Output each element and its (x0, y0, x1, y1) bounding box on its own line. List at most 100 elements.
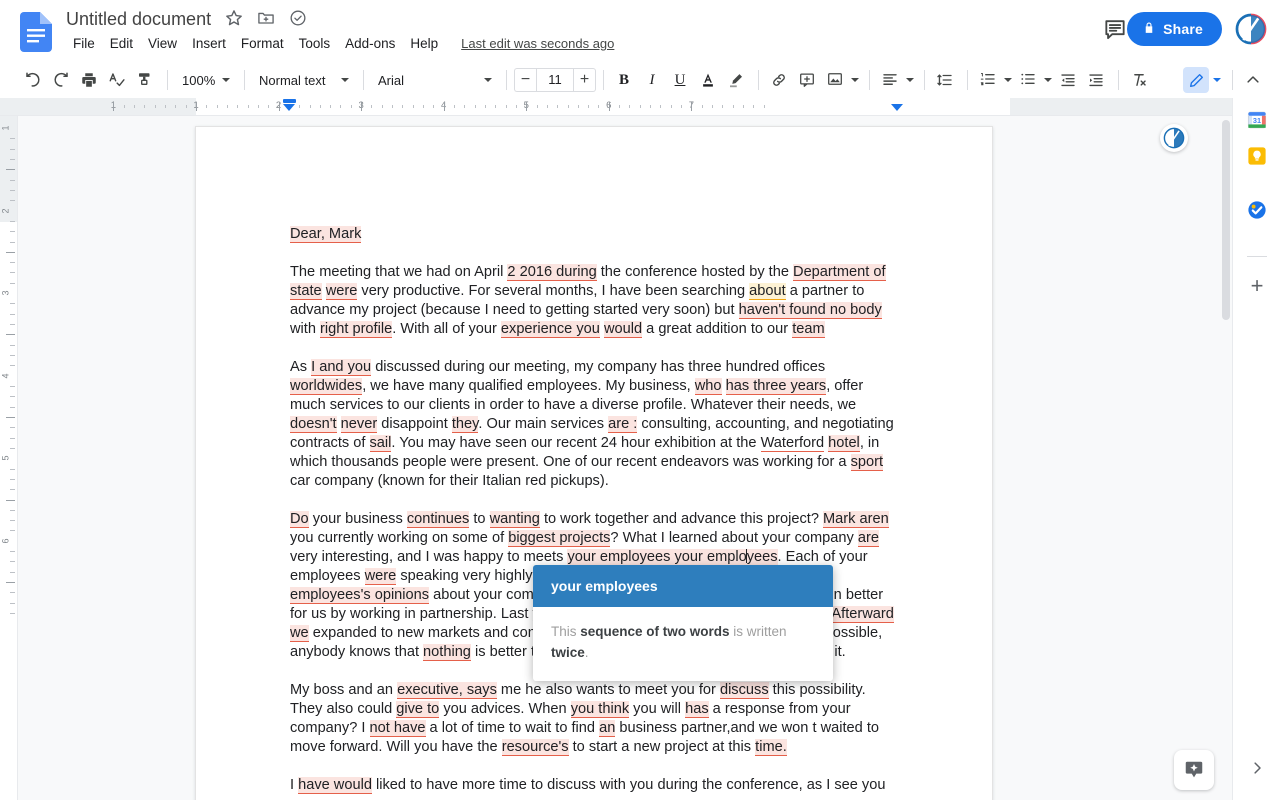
grammar-error-span[interactable]: wanting (490, 511, 540, 528)
decrease-font-size-button[interactable]: − (514, 68, 536, 92)
spelling-error-span[interactable]: Waterford (761, 435, 825, 452)
page-title[interactable]: Untitled document (64, 8, 213, 31)
grammar-error-span[interactable]: yees (747, 549, 778, 566)
google-tasks-icon[interactable] (1245, 198, 1269, 222)
print-icon[interactable] (76, 67, 102, 93)
grammar-error-span[interactable]: your employees your emplo (567, 549, 746, 566)
grammar-error-span[interactable]: give to (396, 701, 439, 718)
grammar-error-span[interactable]: an (599, 720, 615, 737)
share-button[interactable]: Share (1127, 12, 1222, 46)
chevron-down-icon[interactable] (1213, 78, 1221, 82)
grammar-error-span[interactable]: not have (370, 720, 426, 737)
text-color-icon[interactable] (695, 67, 721, 93)
align-dropdown[interactable] (877, 67, 917, 93)
menu-item-file[interactable]: File (66, 34, 102, 53)
grammar-error-span[interactable]: biggest projects (508, 530, 610, 547)
last-edit-status[interactable]: Last edit was seconds ago (458, 34, 617, 53)
increase-font-size-button[interactable]: + (574, 68, 596, 92)
document-body[interactable]: Dear, Mark The meeting that we had on Apr… (290, 225, 900, 800)
line-spacing-icon[interactable] (932, 67, 958, 93)
grammar-error-span[interactable]: team (792, 321, 824, 338)
grammar-error-span[interactable]: would (604, 321, 642, 338)
horizontal-ruler[interactable]: 11234567 (0, 98, 1232, 116)
google-docs-icon[interactable] (20, 12, 52, 52)
languagetool-avatar-icon[interactable] (1234, 12, 1268, 46)
grammar-suggestion-tooltip[interactable]: your employees This sequence of two word… (533, 565, 833, 681)
grammar-error-span[interactable]: worldwides (290, 378, 362, 395)
grammar-error-span[interactable]: sport (851, 454, 883, 471)
grammar-error-span[interactable]: I and you (311, 359, 371, 376)
zoom-level-dropdown[interactable]: 100% (175, 67, 237, 93)
grammar-error-span[interactable]: executive, says (397, 682, 497, 699)
first-line-indent-marker[interactable] (283, 99, 296, 103)
grammar-error-span[interactable]: has three years (726, 378, 827, 395)
grammar-error-span[interactable]: they (452, 416, 479, 433)
add-addon-button[interactable]: + (1245, 274, 1269, 298)
style-suggestion-span[interactable]: about (749, 283, 786, 300)
menu-item-edit[interactable]: Edit (103, 34, 140, 53)
grammar-error-span[interactable]: haven't found no body (739, 302, 882, 319)
bold-button[interactable]: B (611, 67, 637, 93)
grammar-error-span[interactable]: hotel (828, 435, 860, 452)
grammar-error-span[interactable]: experience you (501, 321, 600, 338)
grammar-error-span[interactable]: right profile (320, 321, 392, 338)
comment-history-icon[interactable] (1102, 16, 1130, 44)
menu-item-help[interactable]: Help (403, 34, 445, 53)
grammar-error-span[interactable]: nothing (423, 644, 471, 661)
collapse-toolbar-icon[interactable] (1240, 67, 1266, 93)
font-size-input[interactable]: 11 (536, 68, 574, 92)
menu-item-addons[interactable]: Add-ons (338, 34, 402, 53)
cloud-saved-icon[interactable] (288, 8, 310, 30)
document-canvas[interactable]: Dear, Mark The meeting that we had on Apr… (18, 116, 1232, 800)
google-keep-icon[interactable] (1245, 144, 1269, 168)
font-family-dropdown[interactable]: Arial (371, 67, 499, 93)
grammar-error-span[interactable]: have would (298, 777, 372, 794)
move-to-folder-icon[interactable] (256, 8, 278, 30)
clear-formatting-icon[interactable] (1126, 67, 1152, 93)
grammar-error-span[interactable]: were (365, 568, 397, 585)
grammar-error-span[interactable]: who (695, 378, 722, 395)
grammar-error-span[interactable]: 2 2016 during (507, 264, 596, 281)
link-icon[interactable] (766, 67, 792, 93)
grammar-error-span[interactable]: has (685, 701, 709, 718)
grammar-error-span[interactable]: never (341, 416, 378, 433)
grammar-error-span[interactable]: doesn't (290, 416, 337, 433)
paint-format-icon[interactable] (132, 67, 158, 93)
menu-item-insert[interactable]: Insert (185, 34, 233, 53)
paragraph-para4[interactable]: My boss and an executive, says me he als… (290, 681, 900, 757)
grammar-error-span[interactable]: are : (608, 416, 637, 433)
grammar-error-span[interactable]: discuss (720, 682, 769, 699)
bulleted-list-dropdown[interactable] (1015, 67, 1055, 93)
languagetool-badge-icon[interactable] (1160, 124, 1188, 152)
paragraph-style-dropdown[interactable]: Normal text (252, 67, 356, 93)
grammar-error-span[interactable]: time. (755, 739, 787, 756)
menu-item-view[interactable]: View (141, 34, 184, 53)
menu-item-format[interactable]: Format (234, 34, 291, 53)
paragraph-para2[interactable]: As I and you discussed during our meetin… (290, 358, 900, 491)
paragraph-para1[interactable]: The meeting that we had on April 2 2016 … (290, 263, 900, 339)
insert-image-dropdown[interactable] (822, 67, 862, 93)
grammar-error-span[interactable]: you think (571, 701, 629, 718)
right-indent-marker[interactable] (891, 104, 903, 111)
vertical-scrollbar-thumb[interactable] (1222, 120, 1230, 320)
decrease-indent-icon[interactable] (1055, 67, 1081, 93)
spellcheck-icon[interactable] (104, 67, 130, 93)
grammar-error-span[interactable]: employees's opinions (290, 587, 429, 604)
grammar-error-span[interactable]: Dear, Mark (290, 226, 361, 243)
grammar-error-span[interactable]: are (858, 530, 879, 547)
explore-icon[interactable] (1174, 750, 1214, 790)
add-comment-icon[interactable] (794, 67, 820, 93)
highlight-color-icon[interactable] (723, 67, 749, 93)
paragraph-salutation[interactable]: Dear, Mark (290, 225, 900, 244)
undo-icon[interactable] (20, 67, 46, 93)
increase-indent-icon[interactable] (1083, 67, 1109, 93)
underline-button[interactable]: U (667, 67, 693, 93)
document-page[interactable]: Dear, Mark The meeting that we had on Apr… (196, 127, 992, 800)
paragraph-para5[interactable]: I have would liked to have more time to … (290, 776, 900, 800)
grammar-error-span[interactable]: sail (370, 435, 392, 452)
numbered-list-dropdown[interactable] (975, 67, 1015, 93)
chevron-right-icon[interactable] (1247, 758, 1267, 778)
grammar-error-span[interactable]: were (326, 283, 358, 300)
menu-item-tools[interactable]: Tools (292, 34, 338, 53)
grammar-error-span[interactable]: Do (290, 511, 309, 528)
